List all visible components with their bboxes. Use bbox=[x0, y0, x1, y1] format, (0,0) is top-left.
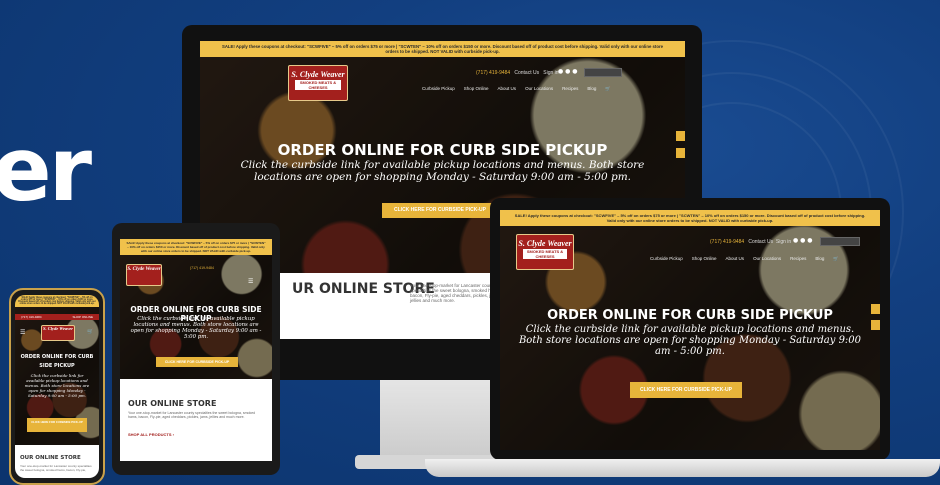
phone-topbar: (717) 419-9484 SHOP ONLINE bbox=[15, 314, 99, 320]
side-tab-1[interactable] bbox=[676, 131, 685, 141]
laptop-base bbox=[425, 459, 940, 477]
social-icons[interactable]: ● ● ● bbox=[558, 68, 578, 75]
phone-number[interactable]: (717) 419-9484 bbox=[190, 266, 214, 270]
hero-subtitle: Click the curbside link for available pi… bbox=[518, 324, 862, 357]
top-utility-bar: (717) 419-9484 Contact Us Sign in bbox=[710, 239, 792, 245]
store-title: OUR ONLINE STORE bbox=[20, 455, 81, 461]
nav-shop[interactable]: Shop Online bbox=[464, 86, 489, 92]
cart-icon[interactable]: 🛒 bbox=[833, 256, 839, 262]
top-utility-bar: (717) 419-9484 Contact Us Sign in bbox=[476, 70, 559, 76]
brand-logo[interactable]: S. Clyde Weaver bbox=[126, 264, 162, 286]
main-nav: Curbside Pickup Shop Online About Us Our… bbox=[422, 86, 611, 92]
tablet-screen: SALE! Apply these coupons at checkout: "… bbox=[120, 239, 272, 461]
promo-banner: SALE! Apply these coupons at checkout: "… bbox=[120, 239, 272, 255]
hero-subtitle: Click the curbside link for available pi… bbox=[130, 316, 262, 340]
promo-banner: SALE! Apply these coupons at checkout: "… bbox=[500, 210, 880, 226]
hero-subtitle: Click the curbside link for available pi… bbox=[24, 373, 90, 398]
signin-link[interactable]: Sign in bbox=[543, 70, 558, 76]
menu-icon[interactable]: ☰ bbox=[20, 329, 25, 336]
contact-link[interactable]: Contact Us bbox=[514, 70, 539, 76]
curbside-button[interactable]: CLICK HERE FOR CURBSIDE PICK-UP bbox=[156, 357, 238, 367]
phone-frame: SALE! Apply these coupons at checkout: "… bbox=[9, 288, 105, 485]
curbside-button[interactable]: CLICK HERE FOR CURBSIDE PICK-UP bbox=[382, 203, 498, 218]
store-description: Your one-stop-market for Lancaster count… bbox=[20, 464, 92, 472]
nav-curbside[interactable]: Curbside Pickup bbox=[422, 86, 455, 92]
nav-blog[interactable]: Blog bbox=[587, 86, 596, 92]
nav-recipes[interactable]: Recipes bbox=[562, 86, 578, 92]
curbside-button[interactable]: CLICK HERE FOR CURBSIDE PICK-UP bbox=[27, 418, 87, 432]
store-description: Your one-stop-market for Lancaster count… bbox=[128, 411, 256, 419]
hero-title: ORDER ONLINE FOR CURB SIDE PICKUP bbox=[277, 141, 608, 159]
cart-icon[interactable]: 🛒 bbox=[87, 329, 93, 335]
menu-icon[interactable]: ☰ bbox=[248, 278, 253, 285]
phone-number[interactable]: (717) 419-9484 bbox=[476, 70, 510, 76]
brand-logo[interactable]: S. Clyde Weaver SMOKED MEATS & CHEESES bbox=[516, 234, 574, 270]
headline-fragment: er bbox=[0, 118, 92, 221]
brand-logo[interactable]: S. Clyde Weaver SMOKED MEATS & CHEESES bbox=[288, 65, 348, 101]
store-title: OUR ONLINE STORE bbox=[128, 399, 217, 408]
laptop-frame: SALE! Apply these coupons at checkout: "… bbox=[490, 198, 890, 460]
phone-screen: SALE! Apply these coupons at checkout: "… bbox=[15, 295, 99, 478]
promo-banner: SALE! Apply these coupons at checkout: "… bbox=[15, 295, 99, 307]
nav-locations[interactable]: Our Locations bbox=[525, 86, 553, 92]
main-nav: Curbside Pickup Shop Online About Us Our… bbox=[650, 256, 839, 262]
cart-icon[interactable]: 🛒 bbox=[605, 86, 611, 92]
tablet-frame: SALE! Apply these coupons at checkout: "… bbox=[112, 223, 280, 475]
search-input[interactable] bbox=[584, 68, 622, 77]
laptop-screen: SALE! Apply these coupons at checkout: "… bbox=[500, 210, 880, 450]
nav-about[interactable]: About Us bbox=[498, 86, 517, 92]
hero-title: ORDER ONLINE FOR CURB SIDE PICKUP bbox=[547, 308, 833, 323]
hero-title: ORDER ONLINE FOR CURB SIDE PICKUP bbox=[20, 354, 94, 369]
search-input[interactable] bbox=[820, 237, 860, 246]
curbside-button[interactable]: CLICK HERE FOR CURBSIDE PICK-UP bbox=[630, 382, 742, 398]
social-icons[interactable]: ● ● ● bbox=[793, 237, 813, 244]
hero-subtitle: Click the curbside link for available pi… bbox=[240, 159, 645, 183]
promo-banner: SALE! Apply these coupons at checkout: "… bbox=[200, 41, 685, 57]
brand-logo[interactable]: S. Clyde Weaver bbox=[41, 325, 75, 341]
monitor-stand bbox=[380, 380, 505, 465]
shop-all-link[interactable]: SHOP ALL PRODUCTS › bbox=[128, 432, 174, 437]
